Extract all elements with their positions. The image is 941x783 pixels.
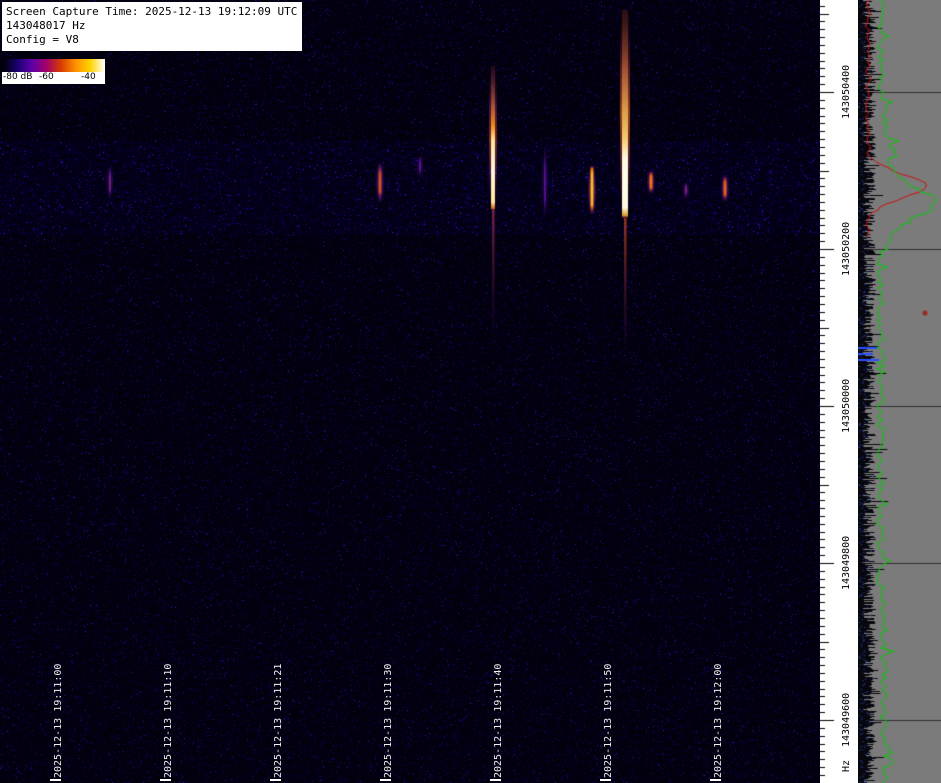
- color-scale-gradient: [2, 59, 105, 72]
- freq-label-3: 143050000: [841, 379, 852, 433]
- color-scale-legend: -80 dB -60 -40: [2, 59, 105, 84]
- freq-label-1: 143050400: [841, 65, 852, 119]
- time-tick-4: [380, 779, 391, 781]
- time-label-1: 2025-12-13 19:11:00: [53, 664, 64, 778]
- time-label-7: 2025-12-13 19:12:00: [713, 664, 724, 778]
- time-tick-1: [50, 779, 61, 781]
- capture-time-text: Screen Capture Time: 2025-12-13 19:12:09…: [6, 5, 297, 19]
- time-label-5: 2025-12-13 19:11:40: [493, 664, 504, 778]
- config-text: Config = V8: [6, 33, 297, 47]
- spectrum-lab-capture-window: Screen Capture Time: 2025-12-13 19:12:09…: [0, 0, 941, 783]
- freq-label-5: 143049600: [841, 693, 852, 747]
- time-label-4: 2025-12-13 19:11:30: [383, 664, 394, 778]
- capture-frequency-text: 143048017 Hz: [6, 19, 297, 33]
- spectrogram-waterfall: [0, 0, 820, 783]
- freq-label-4: 143049800: [841, 536, 852, 590]
- time-tick-7: [710, 779, 721, 781]
- legend-max-label: -40: [81, 72, 96, 82]
- freq-label-2: 143050200: [841, 222, 852, 276]
- legend-mid-label: -60: [39, 72, 54, 82]
- capture-info-box: Screen Capture Time: 2025-12-13 19:12:09…: [2, 2, 302, 51]
- time-tick-3: [270, 779, 281, 781]
- time-tick-2: [160, 779, 171, 781]
- time-label-6: 2025-12-13 19:11:50: [603, 664, 614, 778]
- time-label-3: 2025-12-13 19:11:21: [273, 664, 284, 778]
- time-tick-5: [490, 779, 501, 781]
- frequency-axis-tick-strip: [820, 0, 858, 783]
- time-tick-6: [600, 779, 611, 781]
- freq-unit-label: Hz: [841, 760, 852, 772]
- time-label-2: 2025-12-13 19:11:10: [163, 664, 174, 778]
- legend-min-label: -80 dB: [3, 72, 32, 82]
- spectrum-graph-panel: [858, 0, 941, 783]
- color-scale-labels: -80 dB -60 -40: [2, 72, 105, 84]
